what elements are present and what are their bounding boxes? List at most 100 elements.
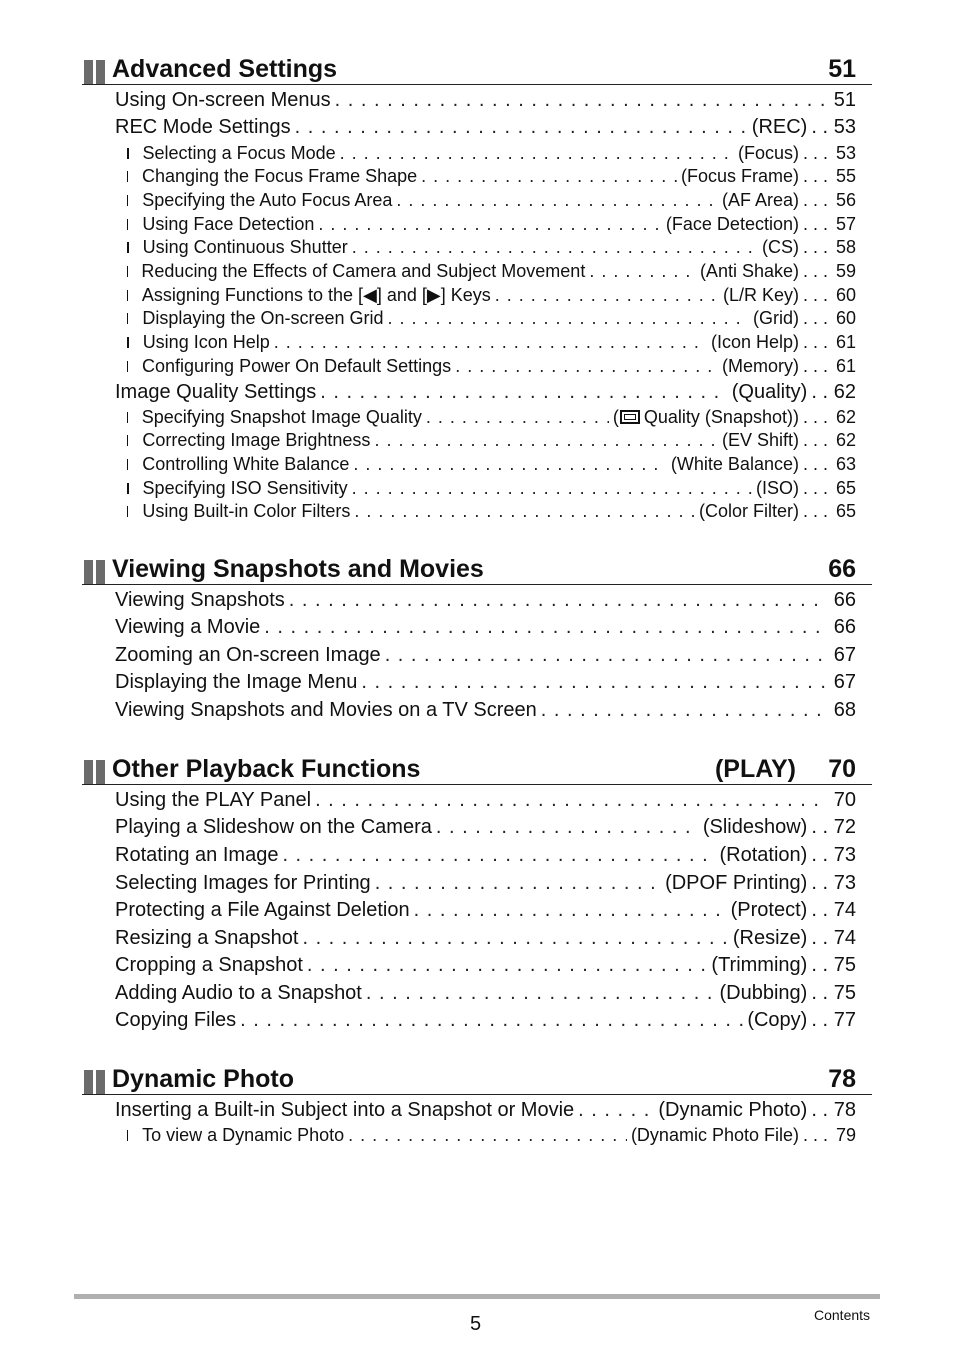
entry-tag-text: (Grid)	[752, 308, 799, 328]
entry-tag: (DPOF Printing)	[665, 872, 807, 895]
toc-subentry[interactable]: Selecting a Focus Mode (Focus). . . 53	[127, 143, 856, 167]
entry-tag-text: (Face Detection)	[665, 214, 799, 234]
toc-subentry[interactable]: Specifying Snapshot Image Quality ( Qualit…	[127, 407, 856, 431]
entry-label: Displaying the On-screen Grid	[142, 308, 384, 328]
toc-entry[interactable]: Inserting a Built-in Subject into a Snap…	[115, 1099, 856, 1125]
toc-entry[interactable]: Image Quality Settings (Quality). . 62	[115, 381, 856, 407]
entry-tag: (Copy)	[747, 1009, 807, 1032]
dot-leader	[455, 356, 718, 377]
entry-label: Protecting a File Against Deletion	[115, 899, 410, 921]
dot-leader	[340, 143, 734, 164]
toc-entry[interactable]: Viewing Snapshots 66	[115, 589, 856, 615]
toc-entry[interactable]: Rotating an Image (Rotation). . 73	[115, 844, 856, 870]
dot-leader	[274, 332, 707, 353]
dot-leader	[374, 430, 718, 451]
toc-subentry[interactable]: Displaying the On-screen Grid (Grid). . .…	[127, 308, 856, 332]
square-bullet-icon	[127, 148, 129, 159]
toc-entry[interactable]: REC Mode Settings (REC). . 53	[115, 116, 856, 142]
entry-tag: (Icon Help)	[711, 332, 799, 353]
toc-entry[interactable]: Playing a Slideshow on the Camera (Slides…	[115, 816, 856, 842]
toc-entry[interactable]: Displaying the Image Menu 67	[115, 671, 856, 697]
entry-page-number: 65	[835, 478, 856, 498]
entry-tag-text: (Focus)	[737, 143, 799, 163]
entry-label: Selecting Images for Printing	[115, 872, 371, 894]
dot-leader-short: . . .	[802, 501, 828, 521]
toc-entry[interactable]: Selecting Images for Printing (DPOF Print…	[115, 872, 856, 898]
toc-subentry[interactable]: Changing the Focus Frame Shape (Focus Fra…	[127, 166, 856, 190]
entry-label: Adding Audio to a Snapshot	[115, 982, 362, 1004]
toc-subentry[interactable]: Specifying the Auto Focus Area (AF Area).…	[127, 190, 856, 214]
entry-page-number: 68	[833, 699, 856, 721]
toc-subentry[interactable]: Specifying ISO Sensitivity (ISO). . . 65	[127, 478, 856, 502]
entry-label: Rotating an Image	[115, 844, 279, 866]
entry-tag-text: (Focus Frame)	[680, 166, 799, 186]
dot-leader	[421, 166, 677, 187]
entry-label: Copying Files	[115, 1009, 237, 1031]
section-title: Dynamic Photo	[112, 1065, 294, 1093]
toc-entry[interactable]: Cropping a Snapshot (Trimming). . 75	[115, 954, 856, 980]
toc-subentry[interactable]: Using Icon Help (Icon Help). . . 61	[127, 332, 856, 356]
entry-tag: (AF Area)	[722, 190, 799, 211]
double-bar-icon	[84, 560, 106, 584]
toc-subentry[interactable]: Controlling White Balance (White Balance)…	[127, 454, 856, 478]
toc-section: Dynamic Photo 78 Inserting a Built-in Subj…	[82, 1058, 872, 1145]
entry-tag: (Color Filter)	[699, 501, 799, 522]
entry-page-number: 60	[835, 285, 856, 305]
toc-subentry[interactable]: Assigning Functions to the [◀] and [▶] K…	[127, 285, 856, 309]
entry-label: Specifying Snapshot Image Quality	[141, 407, 422, 427]
entry-tag: (CS)	[762, 237, 799, 258]
double-bar-icon	[84, 60, 106, 84]
entry-label: Playing a Slideshow on the Camera	[115, 816, 432, 838]
section-heading[interactable]: Viewing Snapshots and Movies 66	[82, 548, 872, 585]
square-bullet-icon	[127, 506, 129, 517]
toc-entry[interactable]: Adding Audio to a Snapshot (Dubbing). . 75	[115, 982, 856, 1008]
toc-entry[interactable]: Viewing Snapshots and Movies on a TV Scr…	[115, 699, 856, 725]
section-page-number: 70	[828, 755, 856, 783]
dot-leader	[589, 261, 696, 282]
dot-leader	[335, 89, 828, 112]
square-bullet-icon	[127, 290, 128, 301]
entry-label: Specifying the Auto Focus Area	[142, 190, 393, 210]
section-heading[interactable]: Other Playback Functions (PLAY) 70	[82, 748, 872, 785]
dot-leader-short: . . .	[802, 190, 828, 210]
entry-tag-text: (Dubbing)	[719, 982, 808, 1004]
toc-entry[interactable]: Zooming an On-screen Image 67	[115, 644, 856, 670]
toc-subentry[interactable]: Configuring Power On Default Settings (Me…	[127, 356, 856, 380]
dot-leader-short: . .	[811, 954, 828, 976]
toc-entry[interactable]: Resizing a Snapshot (Resize). . 74	[115, 927, 856, 953]
dot-leader-short: . . .	[802, 332, 828, 352]
dot-leader	[541, 699, 828, 722]
square-bullet-icon	[127, 219, 129, 230]
tag-prefix: (	[612, 407, 619, 427]
entry-label: Resizing a Snapshot	[115, 927, 299, 949]
entry-page-number: 66	[833, 616, 856, 638]
toc-subentry[interactable]: Using Built-in Color Filters (Color Filte…	[127, 501, 856, 525]
toc-subentry[interactable]: Using Continuous Shutter (CS). . . 58	[127, 237, 856, 261]
toc-subentry[interactable]: Using Face Detection (Face Detection). . …	[127, 214, 856, 238]
section-page-number: 51	[828, 55, 856, 83]
toc-entry[interactable]: Using On-screen Menus 51	[115, 89, 856, 115]
entry-label: Viewing Snapshots	[115, 589, 285, 611]
section-heading[interactable]: Advanced Settings 51	[82, 48, 872, 85]
toc-entry[interactable]: Protecting a File Against Deletion (Prote…	[115, 899, 856, 925]
entry-tag: (Anti Shake)	[700, 261, 799, 282]
dot-leader-short: . . .	[802, 454, 828, 474]
section-title: Other Playback Functions	[112, 755, 421, 783]
toc-subentry[interactable]: Reducing the Effects of Camera and Subje…	[127, 261, 856, 285]
dot-leader	[578, 1099, 654, 1122]
dot-leader	[353, 454, 667, 475]
dot-leader-short: . .	[811, 899, 828, 921]
entry-tag-text: (L/R Key)	[722, 285, 799, 305]
double-bar-icon	[84, 1070, 106, 1094]
entry-page-number: 78	[833, 1099, 856, 1121]
entry-tag-text: Quality (Snapshot))	[643, 407, 799, 427]
toc-entry[interactable]: Viewing a Movie 66	[115, 616, 856, 642]
section-heading[interactable]: Dynamic Photo 78	[82, 1058, 872, 1095]
toc-entry[interactable]: Using the PLAY Panel 70	[115, 789, 856, 815]
entry-page-number: 53	[833, 116, 856, 138]
toc-entry[interactable]: Copying Files (Copy). . 77	[115, 1009, 856, 1035]
toc-subentry[interactable]: Correcting Image Brightness (EV Shift). .…	[127, 430, 856, 454]
entry-tag: (Dynamic Photo File)	[631, 1125, 799, 1146]
entry-tag-text: (Dynamic Photo File)	[630, 1125, 799, 1145]
toc-subentry[interactable]: To view a Dynamic Photo (Dynamic Photo Fi…	[127, 1125, 856, 1149]
